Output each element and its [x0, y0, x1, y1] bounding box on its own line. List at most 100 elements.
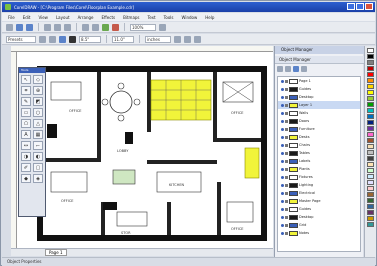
color-swatch[interactable]: [367, 150, 374, 155]
lock-icon[interactable]: [285, 111, 288, 115]
eyedropper-tool-icon[interactable]: ✐: [21, 163, 31, 172]
import-icon[interactable]: [102, 23, 109, 31]
crop-tool-icon[interactable]: ⌗: [21, 86, 31, 95]
layer-row[interactable]: Desktop: [278, 93, 360, 101]
lock-icon[interactable]: [285, 127, 288, 131]
visibility-eye-icon[interactable]: [281, 231, 284, 235]
color-swatch[interactable]: [367, 120, 374, 125]
layer-list[interactable]: Page 1 Guides Desktop Layer 1 Walls Doors Furn…: [277, 76, 361, 252]
menu-arrange[interactable]: Arrange: [78, 15, 94, 20]
lock-icon[interactable]: [285, 183, 288, 187]
zoom-level-field[interactable]: 100%: [130, 23, 156, 31]
lock-icon[interactable]: [285, 87, 288, 91]
lock-icon[interactable]: [285, 135, 288, 139]
nudge-icon[interactable]: [174, 35, 181, 43]
smart-fill-icon[interactable]: ◩: [33, 97, 43, 106]
export-icon[interactable]: [112, 23, 119, 31]
color-swatch[interactable]: [367, 90, 374, 95]
lock-icon[interactable]: [285, 95, 288, 99]
edit-across-layers-icon[interactable]: [301, 66, 307, 72]
color-swatch[interactable]: [367, 72, 374, 77]
cut-icon[interactable]: [44, 23, 51, 31]
visibility-eye-icon[interactable]: [281, 151, 284, 155]
color-swatch[interactable]: [367, 108, 374, 113]
transparency-tool-icon[interactable]: ◐: [33, 152, 43, 161]
visibility-eye-icon[interactable]: [281, 111, 284, 115]
layer-row[interactable]: Plants: [278, 165, 360, 173]
menu-view[interactable]: View: [38, 15, 48, 20]
color-swatch[interactable]: [367, 198, 374, 203]
layer-manager-icon[interactable]: [285, 66, 291, 72]
visibility-eye-icon[interactable]: [281, 119, 284, 123]
color-swatch[interactable]: [367, 102, 374, 107]
pick-tool-icon[interactable]: ↖: [21, 75, 31, 84]
color-swatch[interactable]: [367, 204, 374, 209]
undo-icon[interactable]: [82, 23, 89, 31]
color-swatch[interactable]: [367, 222, 374, 227]
ellipse-tool-icon[interactable]: ○: [33, 108, 43, 117]
page-tab[interactable]: Page 1: [45, 249, 67, 256]
lock-icon[interactable]: [285, 191, 288, 195]
layer-row[interactable]: Walls: [278, 109, 360, 117]
color-fill-icon[interactable]: [69, 35, 76, 43]
connector-tool-icon[interactable]: ⌐: [33, 141, 43, 150]
layer-row[interactable]: Chairs: [278, 141, 360, 149]
rectangle-tool-icon[interactable]: ▭: [21, 108, 31, 117]
lock-icon[interactable]: [285, 159, 288, 163]
fill-tool-icon[interactable]: ◆: [21, 174, 31, 183]
maximize-button[interactable]: [356, 3, 364, 10]
layer-row[interactable]: Master Page: [278, 197, 360, 205]
polygon-tool-icon[interactable]: ⬠: [21, 119, 31, 128]
paste-icon[interactable]: [64, 23, 71, 31]
lock-icon[interactable]: [285, 215, 288, 219]
save-icon[interactable]: [26, 23, 33, 31]
color-swatch[interactable]: [367, 192, 374, 197]
shape-tool-icon[interactable]: ◇: [33, 75, 43, 84]
color-swatch[interactable]: [367, 162, 374, 167]
color-swatch[interactable]: [367, 60, 374, 65]
color-swatch[interactable]: [367, 114, 374, 119]
visibility-eye-icon[interactable]: [281, 183, 284, 187]
preset-field[interactable]: Presets: [6, 35, 36, 43]
page-width-field[interactable]: 8.5": [79, 35, 101, 43]
drawing-canvas[interactable]: OFFICE OFFICE OFFICE LOBBY KITCHEN OFFIC…: [17, 52, 273, 248]
visibility-eye-icon[interactable]: [281, 215, 284, 219]
new-icon[interactable]: [6, 23, 13, 31]
visibility-eye-icon[interactable]: [281, 135, 284, 139]
lock-icon[interactable]: [285, 79, 288, 83]
color-swatch[interactable]: [367, 48, 374, 53]
menu-layout[interactable]: Layout: [56, 15, 70, 20]
color-swatch[interactable]: [367, 132, 374, 137]
visibility-eye-icon[interactable]: [281, 159, 284, 163]
visibility-eye-icon[interactable]: [281, 175, 284, 179]
color-swatch[interactable]: [367, 186, 374, 191]
visibility-eye-icon[interactable]: [281, 79, 284, 83]
new-layer-icon[interactable]: [277, 66, 283, 72]
docker-tab[interactable]: Object Manager: [275, 46, 364, 54]
menu-help[interactable]: Help: [205, 15, 214, 20]
page-height-field[interactable]: 11.0": [112, 35, 134, 43]
lock-icon[interactable]: [285, 175, 288, 179]
visibility-eye-icon[interactable]: [281, 223, 284, 227]
color-swatch[interactable]: [367, 84, 374, 89]
layer-row[interactable]: Furniture: [278, 125, 360, 133]
table-tool-icon[interactable]: ▦: [33, 130, 43, 139]
zoom-icon[interactable]: [59, 35, 66, 43]
options-icon[interactable]: [194, 35, 201, 43]
lock-icon[interactable]: [285, 143, 288, 147]
visibility-eye-icon[interactable]: [281, 87, 284, 91]
open-icon[interactable]: [16, 23, 23, 31]
visibility-eye-icon[interactable]: [281, 207, 284, 211]
layer-row[interactable]: Fixtures: [278, 173, 360, 181]
portrait-icon[interactable]: [39, 35, 46, 43]
selected-cabinet[interactable]: [244, 147, 260, 179]
close-button[interactable]: [365, 3, 373, 10]
visibility-eye-icon[interactable]: [281, 191, 284, 195]
lock-icon[interactable]: [285, 119, 288, 123]
layer-row[interactable]: Layer 1: [278, 101, 360, 109]
color-swatch[interactable]: [367, 180, 374, 185]
landscape-icon[interactable]: [49, 35, 56, 43]
zoom-tool-icon[interactable]: ⊕: [33, 86, 43, 95]
layer-row[interactable]: Lighting: [278, 181, 360, 189]
duplicate-icon[interactable]: [184, 35, 191, 43]
